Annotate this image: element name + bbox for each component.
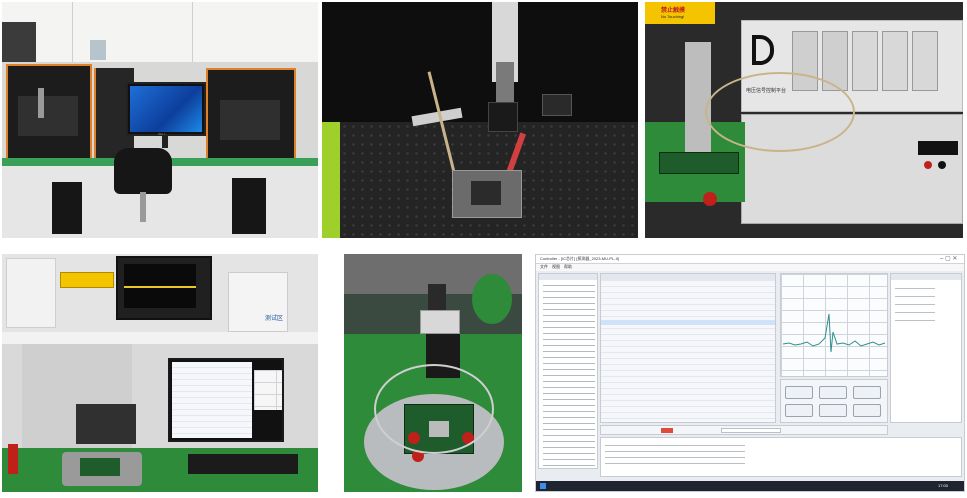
- photo-probe-closeup: [344, 254, 522, 492]
- photo-probe-setup: [322, 2, 638, 238]
- photo-test-bench: 测试区: [2, 254, 318, 492]
- menu-help[interactable]: 帮助: [564, 264, 572, 270]
- scope-screen: [124, 264, 196, 308]
- shelf: [2, 332, 318, 344]
- software-screenshot: Controller - [IC芯片] [探测器_2023-MU-PL-II] …: [535, 254, 965, 492]
- wall: [2, 2, 318, 62]
- menu-view[interactable]: 视图: [552, 264, 560, 270]
- wall-seam: [72, 2, 73, 62]
- probe-station-left: [6, 64, 92, 160]
- monitor-stand: [162, 136, 168, 148]
- selected-row[interactable]: [601, 320, 775, 325]
- pcb-board: [80, 458, 120, 476]
- control-button[interactable]: [853, 404, 881, 417]
- panel-slot: [882, 31, 908, 91]
- properties-panel[interactable]: [890, 273, 962, 423]
- log-panel[interactable]: [600, 437, 962, 477]
- equipment-stack: [2, 22, 36, 62]
- status-indicator-red: [661, 428, 673, 433]
- control-button[interactable]: [819, 386, 847, 399]
- probe-station-right: [206, 68, 296, 160]
- company-logo: [752, 35, 774, 65]
- taskbar: 17:00: [536, 481, 964, 491]
- device-tree[interactable]: [538, 273, 598, 469]
- log-lines: [605, 442, 745, 466]
- office-chair: [114, 148, 172, 194]
- table-edge-highlight: [322, 122, 340, 238]
- title-bar: Controller - [IC芯片] [探测器_2023-MU-PL-II] …: [536, 255, 964, 264]
- instrument-display: [918, 141, 958, 155]
- base-plate: [62, 452, 142, 486]
- probe-head: [488, 102, 518, 132]
- test-board: [452, 170, 522, 218]
- wall-seam: [192, 2, 193, 62]
- control-button[interactable]: [785, 404, 813, 417]
- enclosure-back: [322, 2, 638, 122]
- photo-instrument-rack: 禁止触摸 No Touching! 电压信号控制平台: [645, 2, 963, 238]
- signal-trace: [782, 313, 886, 353]
- window-controls[interactable]: – ▢ ✕: [940, 255, 957, 262]
- terminal-black: [938, 161, 946, 169]
- monitor-plot: [254, 370, 282, 410]
- property-list: [895, 284, 935, 324]
- monitor: DELL: [126, 82, 206, 136]
- data-table[interactable]: [600, 273, 776, 423]
- green-light: [472, 274, 512, 324]
- control-button[interactable]: [819, 404, 847, 417]
- chair-post: [140, 192, 146, 222]
- connector-block: [542, 94, 572, 116]
- adjuster-knob: [703, 192, 717, 206]
- status-strip: [600, 425, 888, 435]
- control-panel: [780, 379, 888, 423]
- red-fixture: [8, 444, 18, 474]
- probe-station: [76, 404, 136, 444]
- computer-tower: [52, 182, 82, 234]
- table-rows: [601, 281, 775, 422]
- scope-trace: [124, 286, 196, 288]
- warning-sign: 禁止触摸 No Touching!: [645, 2, 715, 24]
- signal-plot[interactable]: [780, 273, 888, 377]
- control-button[interactable]: [785, 386, 813, 399]
- probe-mount: [685, 42, 711, 152]
- tree-items: [543, 282, 595, 468]
- menu-bar: 文件 视图 帮助: [536, 264, 964, 271]
- photo-lab-workstation: DELL: [2, 2, 318, 238]
- start-icon[interactable]: [540, 483, 546, 489]
- standee: 测试区: [228, 272, 288, 332]
- wall-poster: [90, 40, 106, 60]
- monitor: [168, 358, 284, 442]
- status-field[interactable]: [721, 428, 781, 433]
- table-header: [601, 274, 775, 281]
- panel-slot: [852, 31, 878, 91]
- pcb-board: [659, 152, 739, 174]
- probe-cable: [374, 364, 494, 454]
- oscilloscope: [116, 256, 212, 320]
- panel-slot: [912, 31, 938, 91]
- equipment-case: [60, 272, 114, 288]
- monitor-screen: [130, 86, 202, 132]
- keyboard: [188, 454, 298, 474]
- control-button[interactable]: [853, 386, 881, 399]
- info-poster: [6, 258, 56, 328]
- monitor-table: [172, 362, 252, 438]
- stage-block: [420, 310, 460, 334]
- computer-tower: [232, 178, 266, 234]
- menu-file[interactable]: 文件: [540, 264, 548, 270]
- terminal-red: [924, 161, 932, 169]
- probe-cable: [705, 72, 855, 152]
